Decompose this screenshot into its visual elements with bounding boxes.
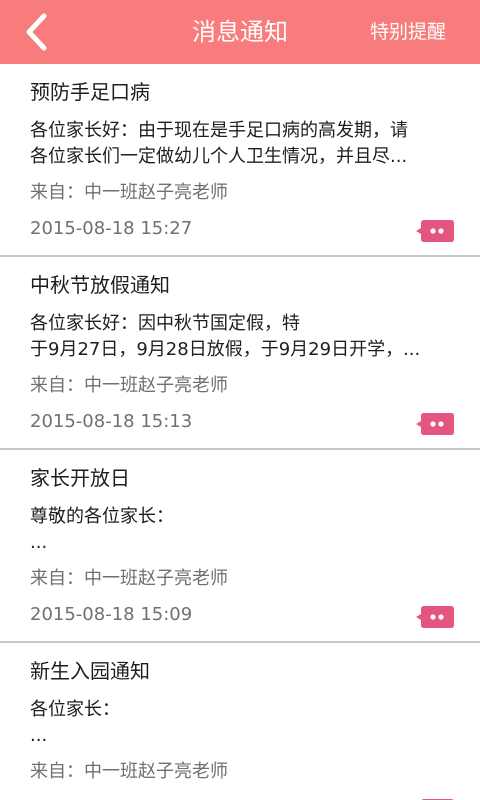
header-bar: 消息通知 特别提醒: [0, 0, 480, 64]
special-reminder-button[interactable]: 特别提醒: [370, 0, 446, 64]
notice-item[interactable]: 新生入园通知 各位家长： ... 来自：中一班赵子亮老师: [0, 643, 480, 800]
notice-timestamp: 2015-08-18 15:09: [30, 604, 193, 625]
notice-sender: 来自：中一班赵子亮老师: [30, 761, 228, 782]
notice-item[interactable]: 家长开放日 尊敬的各位家长： ... 来自：中一班赵子亮老师 2015-08-1…: [0, 450, 480, 643]
notice-title: 新生入园通知: [30, 659, 150, 683]
chat-bubble-icon[interactable]: [416, 220, 454, 242]
notice-timestamp: 2015-08-18 15:27: [30, 218, 193, 239]
notice-title: 家长开放日: [30, 466, 130, 490]
notice-body-line: ...: [30, 532, 48, 553]
notice-item[interactable]: 预防手足口病 各位家长好：由于现在是手足口病的高发期，请 各位家长们一定做幼儿个…: [0, 64, 480, 257]
notice-body-line: 尊敬的各位家长：: [30, 506, 174, 527]
notice-title: 中秋节放假通知: [30, 273, 170, 297]
notice-body: 尊敬的各位家长： ...: [30, 504, 470, 556]
notice-title: 预防手足口病: [30, 80, 150, 104]
notification-screen: 消息通知 特别提醒 预防手足口病 各位家长好：由于现在是手足口病的高发期，请 各…: [0, 0, 480, 800]
notice-body: 各位家长： ...: [30, 697, 470, 749]
notice-body-line: 各位家长好：因中秋节国定假，特: [30, 313, 300, 334]
notice-body-line: ...: [30, 725, 48, 746]
notice-body-line: 各位家长好：由于现在是手足口病的高发期，请: [30, 120, 408, 141]
notice-item[interactable]: 中秋节放假通知 各位家长好：因中秋节国定假，特 于9月27日，9月28日放假，于…: [0, 257, 480, 450]
chat-bubble-icon[interactable]: [416, 606, 454, 628]
notice-body-line: 各位家长：: [30, 699, 120, 720]
notice-sender: 来自：中一班赵子亮老师: [30, 182, 228, 203]
chat-bubble-icon[interactable]: [416, 413, 454, 435]
back-button[interactable]: [14, 10, 58, 54]
notice-sender: 来自：中一班赵子亮老师: [30, 375, 228, 396]
notice-body: 各位家长好：因中秋节国定假，特 于9月27日，9月28日放假，于9月29日开学，…: [30, 311, 470, 363]
notice-body-line: 各位家长们一定做幼儿个人卫生情况，并且尽...: [30, 146, 408, 167]
notice-list[interactable]: 预防手足口病 各位家长好：由于现在是手足口病的高发期，请 各位家长们一定做幼儿个…: [0, 64, 480, 800]
notice-body-line: 于9月27日，9月28日放假，于9月29日开学，...: [30, 339, 421, 360]
notice-timestamp: 2015-08-18 15:13: [30, 411, 193, 432]
notice-body: 各位家长好：由于现在是手足口病的高发期，请 各位家长们一定做幼儿个人卫生情况，并…: [30, 118, 470, 170]
chevron-left-icon: [26, 13, 47, 51]
notice-sender: 来自：中一班赵子亮老师: [30, 568, 228, 589]
